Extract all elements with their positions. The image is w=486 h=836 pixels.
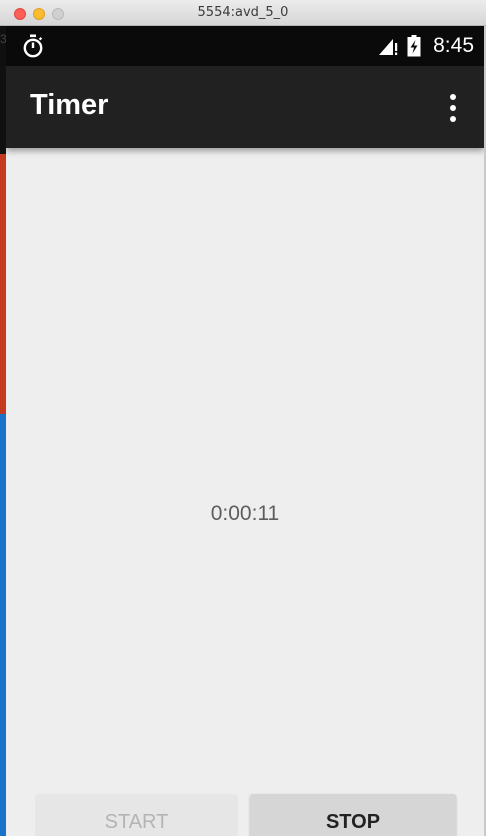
status-bar: 8:45 (6, 26, 484, 66)
more-options-button[interactable] (440, 88, 466, 128)
window-titlebar: 5554:avd_5_0 (0, 0, 486, 26)
battery-charging-icon (407, 35, 421, 57)
start-button[interactable]: START (35, 794, 238, 836)
window-title: 5554:avd_5_0 (197, 5, 289, 20)
timer-display: 0:00:11 (210, 502, 280, 525)
status-time: 8:45 (433, 34, 474, 57)
stopwatch-icon (23, 34, 43, 58)
status-icons: 8:45 (377, 26, 474, 66)
signal-icon (379, 39, 398, 55)
app-bar: Timer (6, 66, 484, 148)
device-screen: 8:45 Timer 0:00:11 START STOP (6, 26, 484, 836)
more-vert-icon (450, 94, 456, 100)
app-title: Timer (30, 89, 109, 121)
stop-button[interactable]: STOP (250, 794, 456, 836)
